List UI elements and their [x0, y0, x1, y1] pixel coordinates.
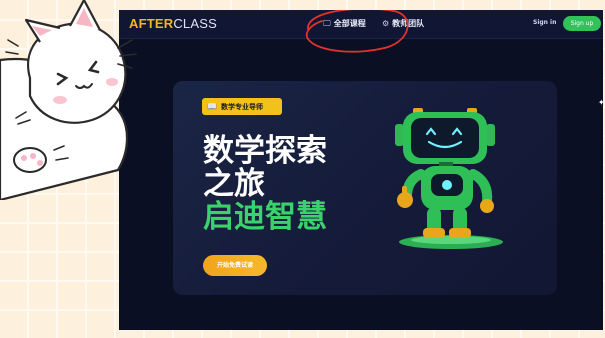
- nav-item-teachers[interactable]: ⚙ 教师团队: [382, 18, 424, 29]
- nav-item-label: 教师团队: [392, 19, 425, 28]
- sign-up-button[interactable]: Sign up: [563, 16, 601, 31]
- nav-item-all-courses[interactable]: 🖵 全部课程: [323, 18, 366, 29]
- start-free-trial-button[interactable]: 开始免费试读: [203, 255, 267, 276]
- logo-light-text: CLASS: [173, 16, 217, 31]
- nav-item-label: 全部课程: [333, 19, 366, 28]
- headline-line-3: 启迪智慧: [203, 199, 327, 235]
- hero-card: 📖 数学专业导师 数学探索 之旅 启迪智慧 开始免费试读: [173, 81, 557, 295]
- robot-mascot-illustration: [395, 108, 503, 249]
- subject-tag-label: 数学专业导师: [220, 102, 263, 111]
- top-navigation-bar: AFTERCLASS 🖵 全部课程 ⚙ 教师团队 Sign in Sign up: [119, 10, 603, 39]
- subject-tag: 📖 数学专业导师: [202, 98, 282, 115]
- sparkle-icon: ✦: [598, 98, 603, 107]
- book-icon: 📖: [207, 102, 217, 111]
- headline-line-1: 数学探索: [203, 133, 327, 169]
- headline-line-2: 之旅: [203, 166, 265, 202]
- users-icon: ⚙: [382, 19, 390, 28]
- website-screenshot: AFTERCLASS 🖵 全部课程 ⚙ 教师团队 Sign in Sign up…: [119, 10, 603, 330]
- monitor-icon: 🖵: [323, 18, 331, 28]
- sign-in-link[interactable]: Sign in: [533, 19, 556, 26]
- cartoon-cat-illustration: [0, 0, 137, 200]
